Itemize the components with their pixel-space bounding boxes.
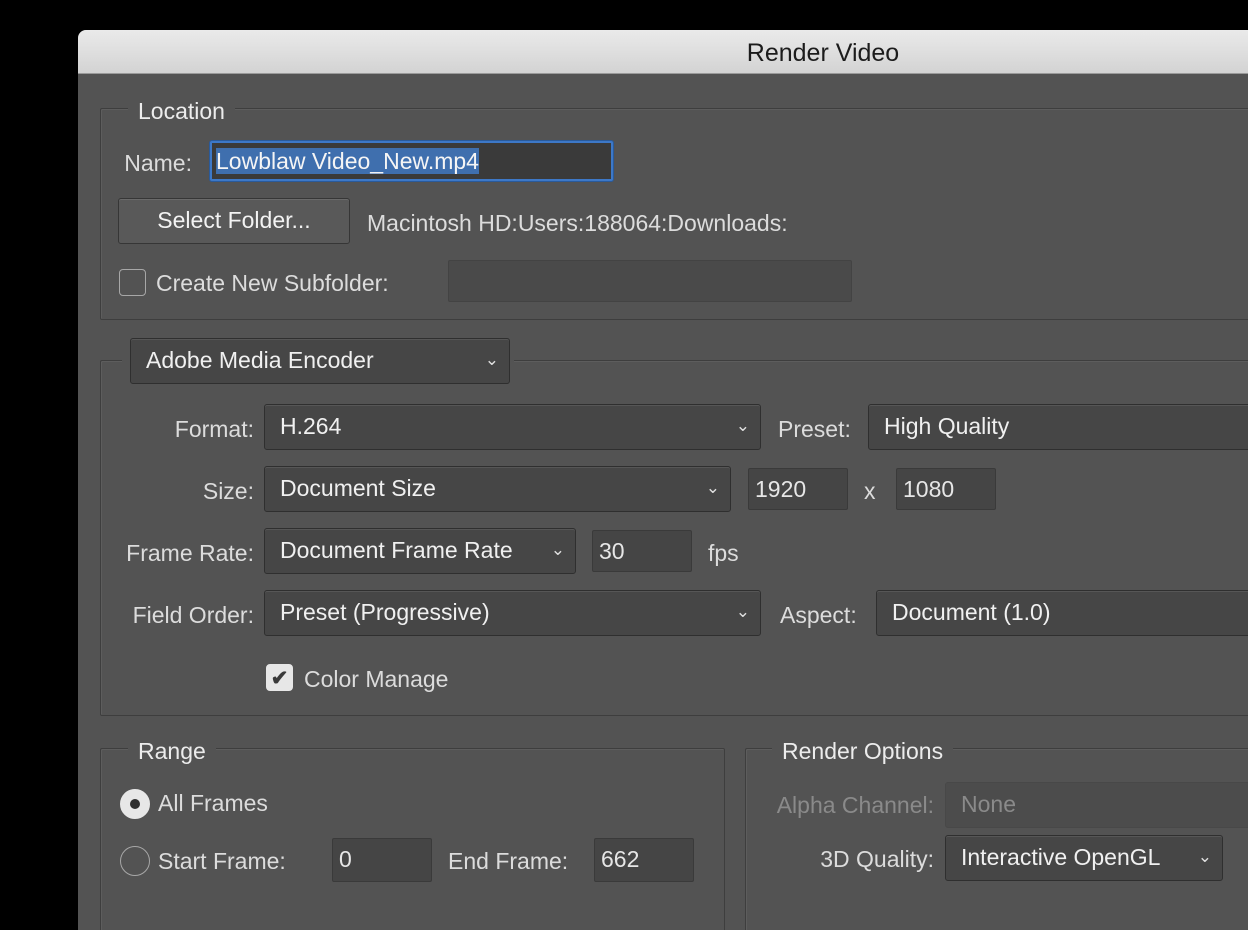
all-frames-label: All Frames xyxy=(158,790,268,816)
alpha-channel-select-value: None xyxy=(961,791,1016,817)
render-video-dialog: Render Video Location Name: Lowblaw Vide… xyxy=(78,30,1248,930)
size-separator: x xyxy=(864,478,876,504)
aspect-label: Aspect: xyxy=(780,602,857,628)
height-input[interactable]: 1080 xyxy=(896,468,996,510)
chevron-down-icon: ⌄ xyxy=(735,416,750,435)
frame-rate-select[interactable]: Document Frame Rate ⌄ xyxy=(264,528,576,574)
field-order-select[interactable]: Preset (Progressive) ⌄ xyxy=(264,590,761,636)
range-legend: Range xyxy=(128,736,216,766)
chevron-down-icon: ⌄ xyxy=(550,540,565,559)
alpha-channel-select[interactable]: None xyxy=(945,782,1248,828)
subfolder-input[interactable] xyxy=(448,260,852,302)
checkmark-icon: ✔ xyxy=(270,667,289,690)
title-bar[interactable]: Render Video xyxy=(78,30,1248,74)
3d-quality-select[interactable]: Interactive OpenGL ⌄ xyxy=(945,835,1223,881)
field-order-label: Field Order: xyxy=(132,602,254,628)
select-folder-button[interactable]: Select Folder... xyxy=(118,198,350,244)
size-select-value: Document Size xyxy=(280,475,436,501)
window-title: Render Video xyxy=(746,39,900,67)
encoder-select[interactable]: Adobe Media Encoder ⌄ xyxy=(130,338,510,384)
frame-rate-select-value: Document Frame Rate xyxy=(280,537,513,563)
preset-select[interactable]: High Quality xyxy=(868,404,1248,450)
aspect-select-value: Document (1.0) xyxy=(892,599,1051,625)
preset-select-value: High Quality xyxy=(884,413,1010,439)
size-select[interactable]: Document Size ⌄ xyxy=(264,466,731,512)
end-frame-input[interactable]: 662 xyxy=(594,838,694,882)
3d-quality-label: 3D Quality: xyxy=(820,846,934,872)
fps-input[interactable]: 30 xyxy=(592,530,692,572)
render-options-legend: Render Options xyxy=(772,736,954,766)
color-manage-checkbox[interactable]: ✔ xyxy=(266,664,293,691)
fps-unit: fps xyxy=(708,540,739,566)
name-input-value: Lowblaw Video_New.mp4 xyxy=(216,148,479,174)
color-manage-label: Color Manage xyxy=(304,666,449,692)
create-subfolder-label: Create New Subfolder: xyxy=(156,270,389,296)
name-label: Name: xyxy=(124,150,192,176)
alpha-channel-label: Alpha Channel: xyxy=(776,792,934,818)
location-legend: Location xyxy=(128,96,235,126)
encoder-select-value: Adobe Media Encoder xyxy=(146,347,374,373)
format-select-value: H.264 xyxy=(280,413,342,439)
width-input[interactable]: 1920 xyxy=(748,468,848,510)
3d-quality-select-value: Interactive OpenGL xyxy=(961,844,1161,870)
format-label: Format: xyxy=(174,416,254,442)
create-subfolder-checkbox[interactable] xyxy=(119,269,146,296)
size-label: Size: xyxy=(202,478,254,504)
name-input[interactable]: Lowblaw Video_New.mp4 xyxy=(210,141,613,181)
aspect-select[interactable]: Document (1.0) xyxy=(876,590,1248,636)
chevron-down-icon: ⌄ xyxy=(735,602,750,621)
format-select[interactable]: H.264 ⌄ xyxy=(264,404,761,450)
folder-path: Macintosh HD:Users:188064:Downloads: xyxy=(367,210,788,236)
field-order-select-value: Preset (Progressive) xyxy=(280,599,490,625)
start-frame-input[interactable]: 0 xyxy=(332,838,432,882)
preset-label: Preset: xyxy=(778,416,851,442)
frame-rate-label: Frame Rate: xyxy=(126,540,254,566)
chevron-down-icon: ⌄ xyxy=(484,350,499,369)
chevron-down-icon: ⌄ xyxy=(705,478,720,497)
all-frames-radio[interactable] xyxy=(120,789,150,819)
